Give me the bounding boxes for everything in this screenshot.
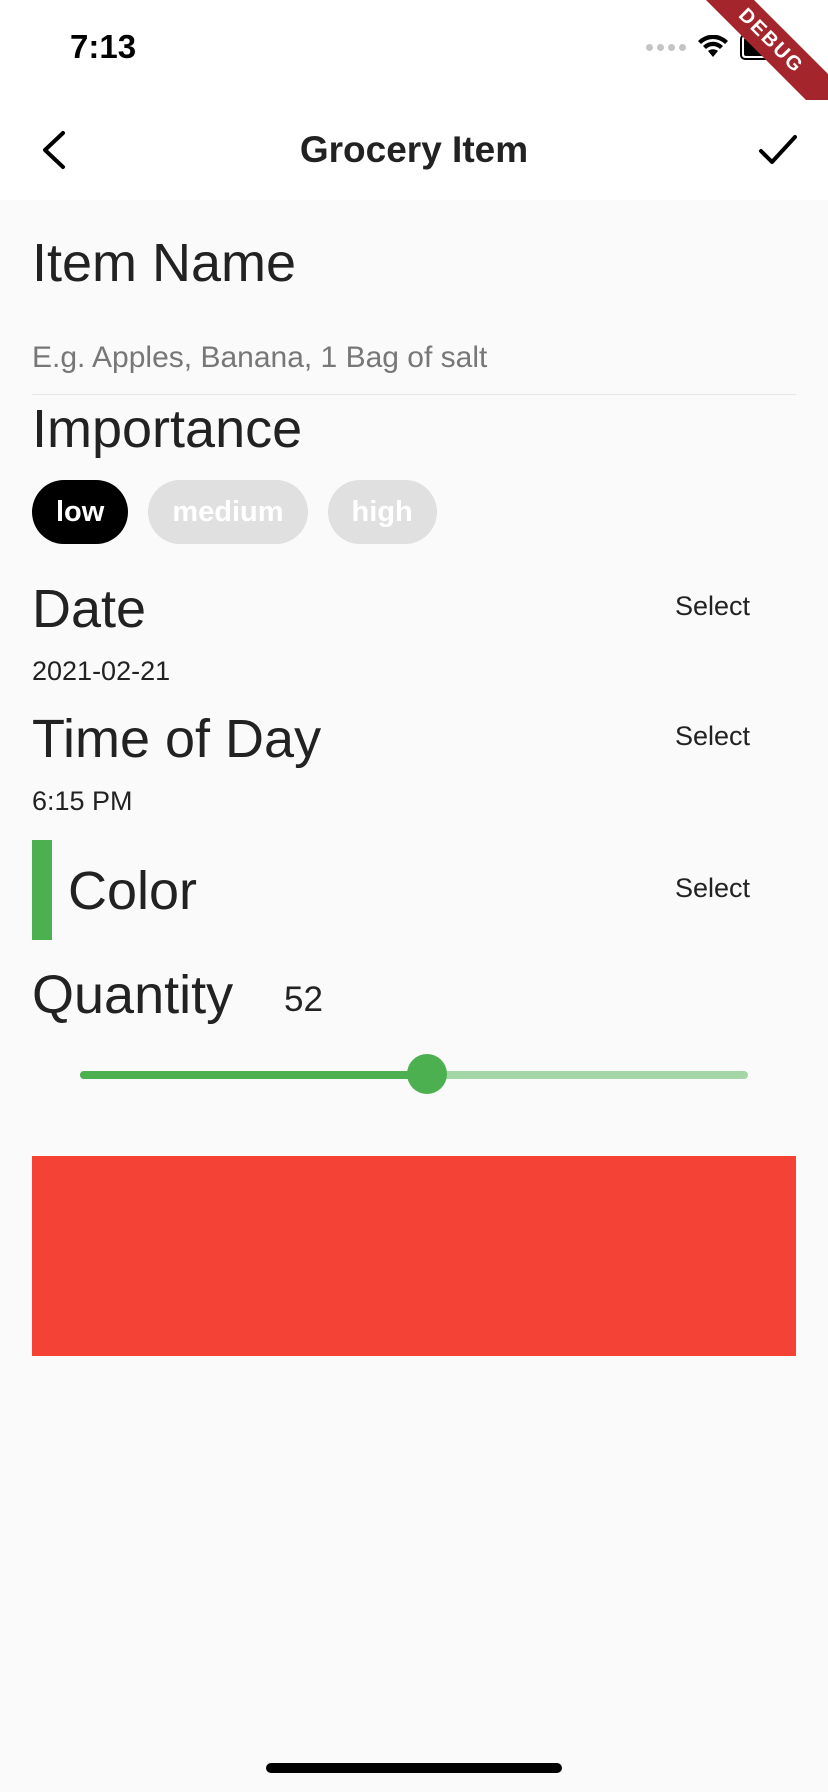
item-name-input[interactable]	[32, 322, 796, 395]
importance-chip-medium[interactable]: medium	[148, 480, 308, 544]
grocery-item-preview	[32, 1156, 796, 1356]
cellular-signal-icon	[646, 43, 686, 51]
time-of-day-label: Time of Day	[32, 709, 322, 769]
importance-label: Importance	[32, 399, 303, 459]
check-icon	[759, 135, 797, 164]
status-time: 7:13	[70, 28, 137, 65]
quantity-slider[interactable]	[80, 1054, 748, 1094]
color-swatch	[32, 840, 52, 940]
quantity-label: Quantity	[32, 965, 234, 1025]
time-select-button[interactable]: Select	[675, 721, 750, 752]
date-value: 2021-02-21	[32, 656, 171, 686]
home-indicator	[266, 1763, 562, 1773]
importance-chip-low[interactable]: low	[32, 480, 129, 544]
item-name-label: Item Name	[32, 233, 297, 293]
slider-thumb[interactable]	[407, 1054, 448, 1094]
color-select-button[interactable]: Select	[675, 873, 750, 904]
time-value: 6:15 PM	[32, 786, 133, 816]
page-title: Grocery Item	[299, 129, 529, 170]
app-bar: Grocery Item	[0, 100, 828, 200]
importance-chips: low medium high	[32, 480, 437, 544]
slider-active-track	[80, 1071, 428, 1079]
save-button[interactable]	[750, 122, 806, 178]
status-bar: 7:13	[0, 0, 828, 100]
quantity-value: 52	[284, 980, 323, 1019]
wifi-icon	[698, 35, 728, 57]
date-label: Date	[32, 579, 147, 639]
color-label: Color	[68, 861, 198, 921]
date-select-button[interactable]: Select	[675, 591, 750, 622]
importance-chip-high[interactable]: high	[327, 480, 437, 544]
